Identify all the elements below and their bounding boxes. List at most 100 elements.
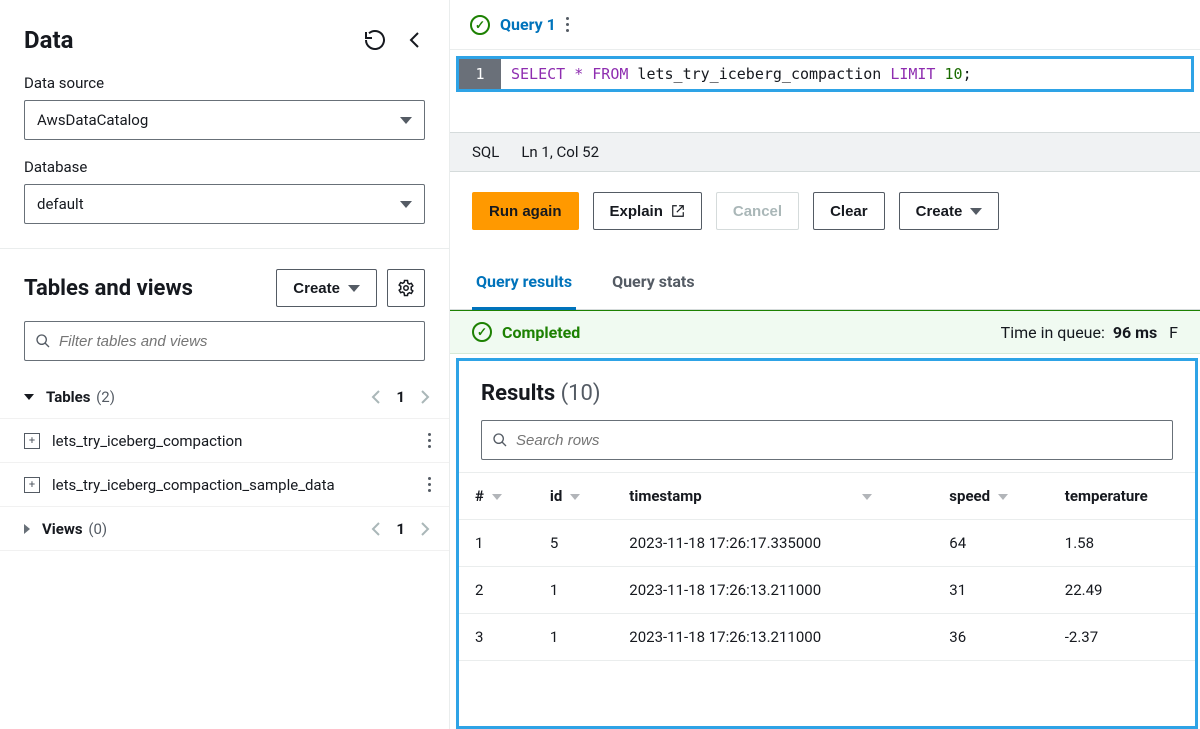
next-page-icon[interactable] (419, 521, 431, 537)
prev-page-icon[interactable] (370, 521, 382, 537)
collapse-icon[interactable] (405, 28, 425, 52)
tables-views-title: Tables and views (24, 276, 193, 301)
cell-timestamp: 2023-11-18 17:26:13.211000 (613, 614, 933, 661)
gear-icon (397, 279, 415, 297)
sort-icon (570, 494, 580, 500)
chevron-down-icon (348, 285, 360, 292)
run-button[interactable]: Run again (472, 192, 579, 230)
create-table-button[interactable]: Create (276, 269, 377, 307)
cell-index: 2 (459, 567, 534, 614)
sort-icon (862, 494, 872, 500)
col-timestamp[interactable]: timestamp (613, 473, 933, 520)
external-link-icon (671, 204, 685, 218)
chevron-down-icon (970, 208, 982, 215)
col-index[interactable]: # (459, 473, 534, 520)
cell-temperature: -2.37 (1049, 614, 1195, 661)
table-row[interactable]: + lets_try_iceberg_compaction (0, 419, 449, 463)
results-count: (10) (561, 381, 601, 406)
sql-editor[interactable]: 1 SELECT * FROM lets_try_iceberg_compact… (456, 56, 1194, 92)
database-value: default (37, 195, 84, 213)
search-rows-input[interactable] (516, 432, 1162, 449)
search-rows-wrap[interactable] (481, 420, 1173, 460)
results-title: Results (481, 381, 555, 406)
cell-id: 1 (534, 567, 613, 614)
views-count: (0) (88, 520, 107, 538)
results-panel: Results (10) # id timestamp speed temper… (456, 358, 1198, 729)
query-status-strip: ✓ Completed Time in queue: 96 ms F (450, 310, 1200, 354)
time-in-queue-value: 96 ms (1113, 323, 1157, 342)
table-row[interactable]: 1 5 2023-11-18 17:26:17.335000 64 1.58 (459, 520, 1195, 567)
cursor-position: Ln 1, Col 52 (521, 143, 599, 161)
tables-count: (2) (96, 388, 115, 406)
cell-speed: 31 (933, 567, 1048, 614)
check-circle-icon: ✓ (470, 15, 490, 35)
data-source-select[interactable]: AwsDataCatalog (24, 100, 425, 140)
table-name: lets_try_iceberg_compaction_sample_data (52, 476, 335, 494)
filter-tables-input[interactable] (59, 333, 414, 350)
editor-status-bar: SQL Ln 1, Col 52 (450, 132, 1200, 172)
chevron-down-icon (400, 201, 412, 208)
search-icon (492, 432, 508, 448)
caret-down-icon (24, 394, 34, 400)
prev-page-icon[interactable] (370, 389, 382, 405)
database-select[interactable]: default (24, 184, 425, 224)
kebab-menu-icon[interactable] (566, 17, 569, 32)
search-icon (35, 333, 51, 349)
cell-id: 1 (534, 614, 613, 661)
table-row[interactable]: 2 1 2023-11-18 17:26:13.211000 31 22.49 (459, 567, 1195, 614)
cell-timestamp: 2023-11-18 17:26:17.335000 (613, 520, 933, 567)
table-row[interactable]: + lets_try_iceberg_compaction_sample_dat… (0, 463, 449, 507)
caret-right-icon (24, 524, 30, 534)
query-action-row: Run again Explain Cancel Clear Create (450, 172, 1200, 256)
tab-query-stats[interactable]: Query stats (608, 256, 699, 309)
line-gutter: 1 (459, 59, 501, 89)
cell-timestamp: 2023-11-18 17:26:13.211000 (613, 567, 933, 614)
results-subtabs: Query results Query stats (450, 256, 1200, 310)
tables-label: Tables (46, 388, 90, 406)
settings-button[interactable] (387, 269, 425, 307)
tab-query-results[interactable]: Query results (472, 256, 576, 310)
sidebar-title: Data (24, 26, 73, 54)
create-button[interactable]: Create (899, 192, 1000, 230)
check-circle-icon: ✓ (472, 322, 492, 342)
tables-section[interactable]: Tables (2) 1 (0, 375, 449, 419)
data-source-label: Data source (24, 74, 425, 92)
sql-line[interactable]: SELECT * FROM lets_try_iceberg_compactio… (501, 59, 982, 89)
refresh-icon[interactable] (363, 28, 387, 52)
kebab-menu-icon[interactable] (428, 433, 431, 448)
sort-icon (998, 494, 1008, 500)
kebab-menu-icon[interactable] (428, 477, 431, 492)
sort-icon (492, 494, 502, 500)
explain-button[interactable]: Explain (593, 192, 702, 230)
cancel-button: Cancel (716, 192, 799, 230)
cell-id: 5 (534, 520, 613, 567)
views-page-number: 1 (396, 520, 405, 538)
create-label: Create (293, 280, 340, 297)
query-tab[interactable]: Query 1 (500, 15, 556, 34)
col-speed[interactable]: speed (933, 473, 1048, 520)
database-label: Database (24, 158, 425, 176)
filter-tables-input-wrap[interactable] (24, 321, 425, 361)
next-page-icon[interactable] (419, 389, 431, 405)
table-row[interactable]: 3 1 2023-11-18 17:26:13.211000 36 -2.37 (459, 614, 1195, 661)
query-pane: ✓ Query 1 1 SELECT * FROM lets_try_icebe… (450, 0, 1200, 729)
table-icon: + (24, 477, 40, 493)
data-sidebar: Data Data source AwsDataCatalog Database… (0, 0, 450, 729)
cell-speed: 36 (933, 614, 1048, 661)
col-id[interactable]: id (534, 473, 613, 520)
cell-temperature: 22.49 (1049, 567, 1195, 614)
cell-speed: 64 (933, 520, 1048, 567)
views-section[interactable]: Views (0) 1 (0, 507, 449, 551)
col-temperature[interactable]: temperature (1049, 473, 1195, 520)
query-tab-bar: ✓ Query 1 (450, 0, 1200, 50)
completed-label: Completed (502, 323, 580, 342)
views-pager: 1 (370, 520, 431, 538)
data-source-value: AwsDataCatalog (37, 111, 148, 129)
tables-page-number: 1 (396, 388, 405, 406)
clear-button[interactable]: Clear (813, 192, 885, 230)
cell-index: 3 (459, 614, 534, 661)
views-label: Views (42, 520, 83, 538)
results-table: # id timestamp speed temperature 1 5 202… (459, 472, 1195, 661)
cell-index: 1 (459, 520, 534, 567)
table-icon: + (24, 433, 40, 449)
